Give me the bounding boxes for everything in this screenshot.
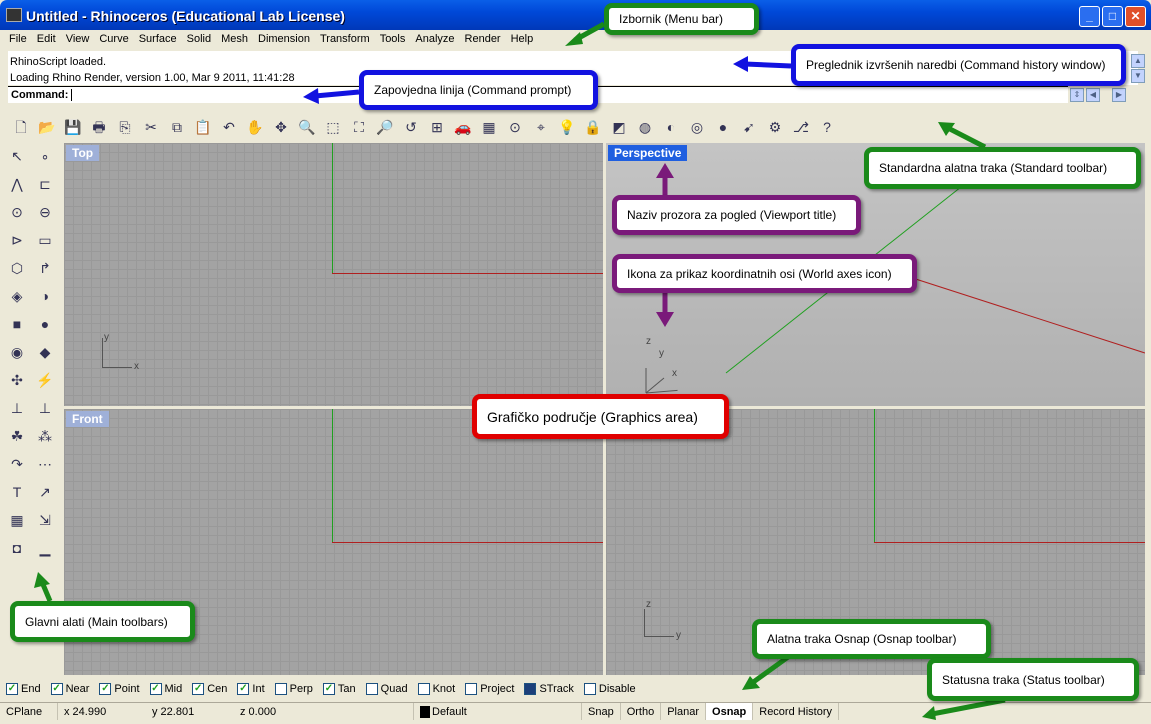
callout-viewport-title: Naziv prozora za pogled (Viewport title) (612, 195, 861, 235)
callout-standard-toolbar: Standardna alatna traka (Standard toolba… (864, 147, 1141, 189)
callout-osnap-toolbar: Alatna traka Osnap (Osnap toolbar) (752, 619, 991, 659)
callout-command-history: Preglednik izvršenih naredbi (Command hi… (791, 44, 1126, 86)
callout-menu-bar: Izbornik (Menu bar) (604, 3, 759, 35)
callout-world-axes: Ikona za prikaz koordinatnih osi (World … (612, 254, 917, 293)
callout-graphics-area: Grafičko područje (Graphics area) (472, 394, 729, 439)
callout-command-prompt: Zapovjedna linija (Command prompt) (359, 70, 598, 110)
callout-main-toolbars: Glavni alati (Main toolbars) (10, 601, 195, 642)
callout-status-toolbar: Statusna traka (Status toolbar) (927, 658, 1139, 701)
